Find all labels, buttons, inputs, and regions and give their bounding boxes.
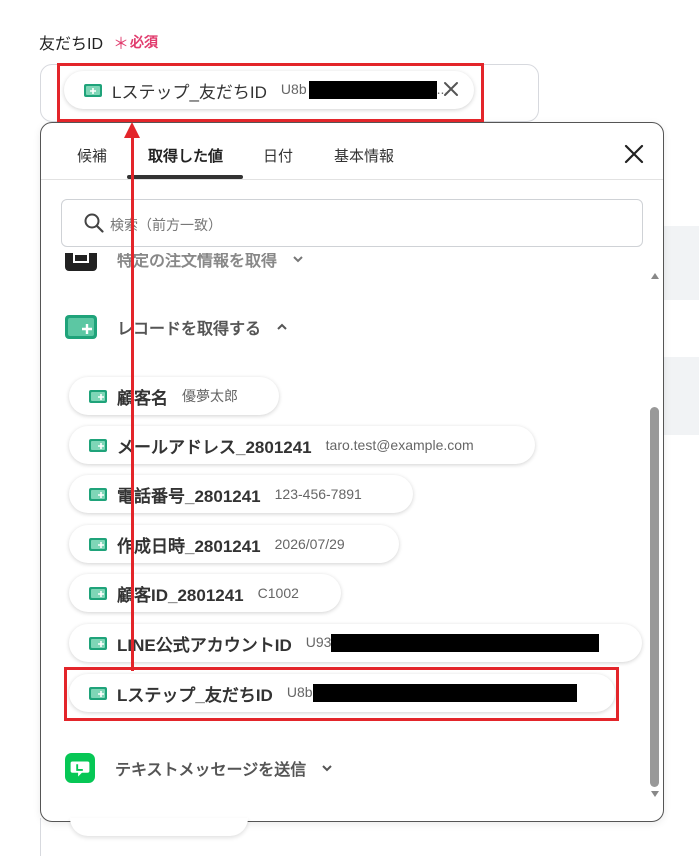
- chevron-down-icon: [322, 765, 332, 772]
- item-label: 顧客ID_2801241: [117, 585, 244, 605]
- item-label: メールアドレス_2801241: [117, 437, 312, 457]
- required-asterisk: ＊: [113, 36, 130, 53]
- search-icon: [84, 213, 104, 233]
- item-label: 作成日時_2801241: [117, 536, 261, 556]
- group-title: レコードを取得する: [117, 321, 262, 338]
- group-header-order-info[interactable]: 特定の注文情報を取得: [65, 253, 305, 271]
- tab-basic-info[interactable]: 基本情報: [334, 145, 394, 166]
- annotation-arrow-head: [124, 122, 140, 138]
- group-header-records[interactable]: レコードを取得する: [65, 315, 289, 339]
- tab-candidates[interactable]: 候補: [77, 145, 107, 166]
- list-item[interactable]: 作成日時_2801241 2026/07/29: [69, 525, 399, 563]
- search-input[interactable]: [108, 212, 612, 238]
- sheet-icon: [89, 389, 107, 403]
- sheet-icon: [89, 586, 107, 600]
- chevron-down-icon: [293, 256, 303, 263]
- item-value: 2026/07/29: [274, 536, 345, 552]
- sheet-icon: [65, 315, 97, 339]
- app-icon: [65, 253, 97, 271]
- redaction-bar: [331, 634, 600, 653]
- list-item: [70, 818, 248, 836]
- list-item[interactable]: 顧客ID_2801241 C1002: [69, 574, 341, 612]
- group-title: テキストメッセージを送信: [115, 762, 307, 779]
- line-app-icon: [65, 753, 95, 783]
- scrollbar[interactable]: [650, 263, 660, 803]
- field-label: 友だちID: [39, 36, 104, 53]
- sheet-icon: [89, 438, 107, 452]
- chevron-up-icon: [277, 323, 287, 330]
- scrollbar-thumb[interactable]: [650, 407, 659, 787]
- item-value: C1002: [257, 585, 299, 601]
- item-label: 電話番号_2801241: [117, 486, 261, 506]
- scroll-down-arrow-icon[interactable]: [651, 791, 659, 797]
- tab-acquired-values[interactable]: 取得した値: [148, 145, 223, 166]
- list-item[interactable]: LINE公式アカウントID U93: [69, 624, 642, 662]
- item-label: 顧客名: [117, 388, 168, 408]
- annotation-arrow-line: [131, 136, 134, 671]
- divider: [40, 818, 41, 856]
- scroll-up-arrow-icon[interactable]: [651, 273, 659, 279]
- value-list: 特定の注文情報を取得 レコードを取得する 顧客名 優夢太郎 メールアドレス_28…: [41, 253, 663, 821]
- item-label: LINE公式アカウントID: [117, 635, 292, 655]
- highlight-box-source-item: [64, 667, 619, 721]
- sheet-icon: [89, 537, 107, 551]
- active-tab-indicator: [127, 175, 243, 179]
- close-icon[interactable]: [623, 143, 645, 165]
- list-item[interactable]: メールアドレス_2801241 taro.test@example.com: [69, 426, 535, 464]
- group-header-line-message[interactable]: テキストメッセージを送信: [65, 753, 334, 783]
- highlight-box-selected: [57, 63, 484, 122]
- item-value: U93: [306, 634, 600, 653]
- item-value: 優夢太郎: [182, 388, 238, 404]
- list-item[interactable]: 電話番号_2801241 123-456-7891: [69, 475, 413, 513]
- item-value: 123-456-7891: [274, 486, 362, 502]
- group-title: 特定の注文情報を取得: [117, 253, 278, 270]
- tab-date[interactable]: 日付: [263, 145, 293, 166]
- sheet-icon: [89, 636, 107, 650]
- required-badge: 必須: [130, 34, 158, 50]
- sheet-icon: [89, 487, 107, 501]
- list-item[interactable]: 顧客名 優夢太郎: [69, 377, 279, 415]
- search-box[interactable]: [61, 199, 643, 247]
- item-value: taro.test@example.com: [325, 437, 474, 453]
